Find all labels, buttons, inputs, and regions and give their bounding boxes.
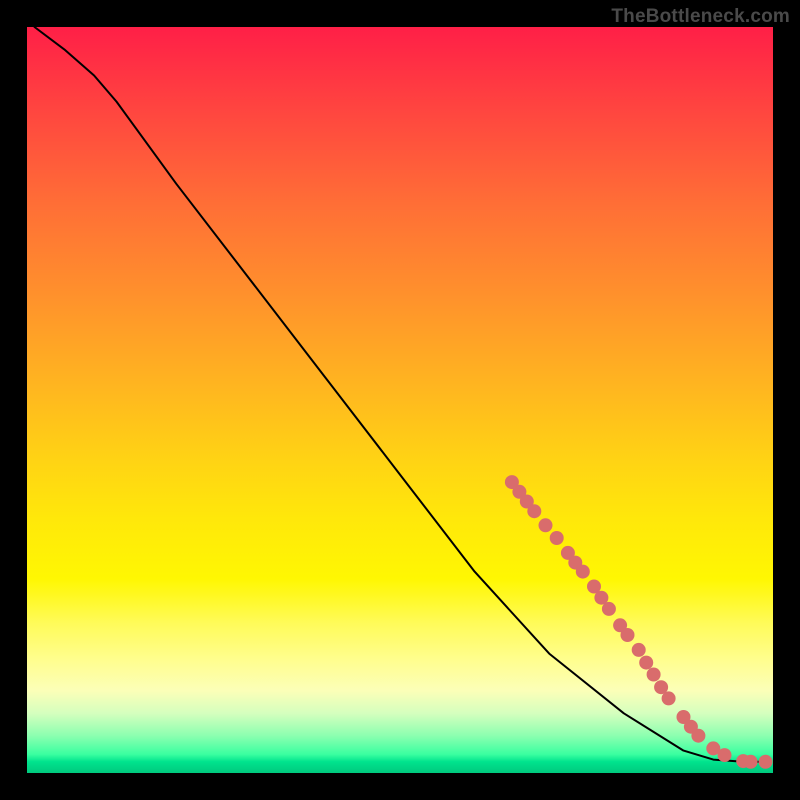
curve-marker <box>621 628 635 642</box>
curve-marker <box>632 643 646 657</box>
curve-marker <box>527 504 541 518</box>
marker-group <box>505 475 773 769</box>
chart-svg <box>27 27 773 773</box>
curve-marker <box>576 565 590 579</box>
curve-marker <box>550 531 564 545</box>
curve-line <box>35 27 766 762</box>
curve-marker <box>662 691 676 705</box>
curve-marker <box>744 755 758 769</box>
curve-marker <box>647 668 661 682</box>
curve-marker <box>602 602 616 616</box>
curve-marker <box>539 518 553 532</box>
curve-marker <box>639 656 653 670</box>
watermark-text: TheBottleneck.com <box>611 6 790 28</box>
curve-marker <box>691 729 705 743</box>
curve-marker <box>718 748 732 762</box>
curve-marker <box>759 755 773 769</box>
